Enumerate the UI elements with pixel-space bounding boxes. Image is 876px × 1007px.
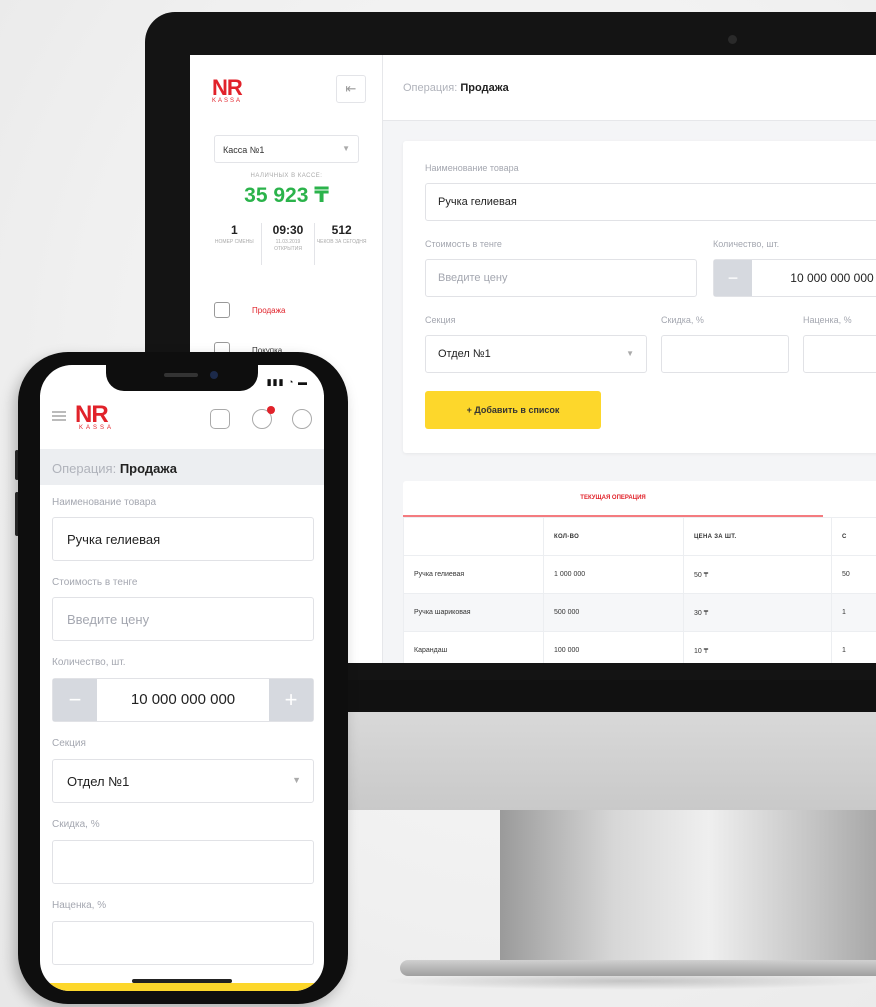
price-label: Стоимость в тенге <box>52 577 138 588</box>
home-indicator <box>132 979 232 983</box>
cash-value: 35 923 ₸ <box>244 184 329 207</box>
brand-logo[interactable]: NR KASSA <box>75 401 114 431</box>
section-label: Секция <box>425 315 456 325</box>
price-label: Стоимость в тенге <box>425 239 502 249</box>
column-header: С <box>831 517 876 556</box>
quantity-value[interactable]: 10 000 000 000 <box>97 679 269 721</box>
phone-notch <box>106 365 258 391</box>
discount-label: Скидка, % <box>52 819 100 830</box>
markup-label: Наценка, % <box>803 315 852 325</box>
collapse-sidebar-button[interactable]: ⇤ <box>336 75 366 103</box>
chevron-down-icon: ▼ <box>292 775 301 785</box>
cell: 1 <box>831 631 876 663</box>
sidebar-item-sale[interactable]: Продажа <box>214 299 285 321</box>
minus-button[interactable]: − <box>714 260 752 296</box>
table-row[interactable]: Ручка гелиевая 1 000 000 50 ₸ 50 <box>403 555 876 594</box>
brand-logo[interactable]: NR KASSA <box>212 75 243 104</box>
chevron-down-icon: ▼ <box>342 144 350 153</box>
camera <box>728 35 737 44</box>
phone-screen: ▮▮▮ ◔ ▬ NR KASSA Операция: Продажа Наимен… <box>40 365 324 991</box>
name-label: Наименование товара <box>52 497 157 508</box>
markup-label: Наценка, % <box>52 900 107 911</box>
minus-button[interactable]: − <box>53 679 97 721</box>
monitor-foot <box>400 960 876 976</box>
cell: 1 <box>831 593 876 632</box>
price-input[interactable]: Введите цену <box>52 597 314 641</box>
mobile-header: NR KASSA <box>40 395 324 449</box>
cell: Ручка шариковая <box>403 593 544 632</box>
product-name-input[interactable]: Ручка гелиевая <box>52 517 314 561</box>
stat-open-time: 09:30 11.03.2019 ОТКРЫТИЯ <box>260 223 315 265</box>
top-bar: Операция: Продажа <box>383 55 876 121</box>
markup-input[interactable] <box>803 335 876 373</box>
marketing-mockup: NR KASSA ⇤ Касса №1 ▼ НАЛИЧНЫХ В КАССЕ: 35… <box>0 0 876 1007</box>
breadcrumb: Операция: Продажа <box>403 82 509 94</box>
section-label: Секция <box>52 738 86 749</box>
printer-icon <box>214 302 230 318</box>
stat-receipts-today: 512 ЧЕКОВ ЗА СЕГОДНЯ <box>314 223 368 265</box>
cell: 1 000 000 <box>543 555 684 594</box>
discount-label: Скидка, % <box>661 315 704 325</box>
column-header <box>403 517 544 556</box>
cash-label: НАЛИЧНЫХ В КАССЕ: <box>250 173 323 179</box>
cell: 30 ₸ <box>683 593 832 632</box>
price-input[interactable]: Введите цену <box>425 259 697 297</box>
quantity-stepper[interactable]: − 10 000 000 000 <box>713 259 876 297</box>
tab-current-operation[interactable]: ТЕКУЩАЯ ОПЕРАЦИЯ <box>403 481 823 517</box>
cell: 50 ₸ <box>683 555 832 594</box>
cell: 10 ₸ <box>683 631 832 663</box>
plus-button[interactable]: + <box>269 679 313 721</box>
table-header-row: КОЛ-ВО ЦЕНА ЗА ШТ. С <box>403 517 876 556</box>
arrow-left-icon: ⇤ <box>345 81 357 96</box>
quantity-stepper[interactable]: − 10 000 000 000 + <box>52 678 314 722</box>
cell: Карандаш <box>403 631 544 663</box>
status-bar-icons: ▮▮▮ ◔ ▬ <box>266 377 308 387</box>
column-header: КОЛ-ВО <box>543 517 684 556</box>
quantity-label: Количество, шт. <box>713 239 780 249</box>
menu-icon[interactable] <box>52 411 66 421</box>
name-label: Наименование товара <box>425 163 519 173</box>
discount-input[interactable] <box>52 840 314 884</box>
quantity-value[interactable]: 10 000 000 000 <box>752 260 876 296</box>
breadcrumb: Операция: Продажа <box>40 449 324 485</box>
notification-dot <box>267 406 275 414</box>
cell: 500 000 <box>543 593 684 632</box>
user-icon[interactable] <box>292 409 312 429</box>
current-operation-table: ТЕКУЩАЯ ОПЕРАЦИЯ КОЛ-ВО ЦЕНА ЗА ШТ. С Ру… <box>403 481 876 663</box>
product-name-input[interactable]: Ручка гелиевая <box>425 183 876 221</box>
shift-stats: 1 НОМЕР СМЕНЫ 09:30 11.03.2019 ОТКРЫТИЯ 51… <box>208 223 368 265</box>
add-to-list-button[interactable]: + Добавить в список <box>425 391 601 429</box>
cell: Ручка гелиевая <box>403 555 544 594</box>
cell: 100 000 <box>543 631 684 663</box>
table-row[interactable]: Карандаш 100 000 10 ₸ 1 <box>403 631 876 663</box>
cell: 50 <box>831 555 876 594</box>
section-select[interactable]: Отдел №1 ▼ <box>52 759 314 803</box>
kassa-select[interactable]: Касса №1 ▼ <box>214 135 359 163</box>
discount-input[interactable] <box>661 335 789 373</box>
table-row[interactable]: Ручка шариковая 500 000 30 ₸ 1 <box>403 593 876 632</box>
column-header: ЦЕНА ЗА ШТ. <box>683 517 832 556</box>
items-table: КОЛ-ВО ЦЕНА ЗА ШТ. С Ручка гелиевая 1 00… <box>403 517 876 663</box>
chat-icon[interactable] <box>252 406 275 429</box>
product-form: Наименование товара Ручка гелиевая Стоим… <box>403 141 876 453</box>
stat-shift-number: 1 НОМЕР СМЕНЫ <box>214 223 254 245</box>
monitor-stand <box>500 806 876 976</box>
markup-input[interactable] <box>52 921 314 965</box>
chevron-down-icon: ▼ <box>626 349 634 358</box>
bottom-action-bar[interactable] <box>40 983 324 991</box>
lock-icon[interactable] <box>210 409 230 429</box>
section-select[interactable]: Отдел №1 ▼ <box>425 335 647 373</box>
quantity-label: Количество, шт. <box>52 657 126 668</box>
